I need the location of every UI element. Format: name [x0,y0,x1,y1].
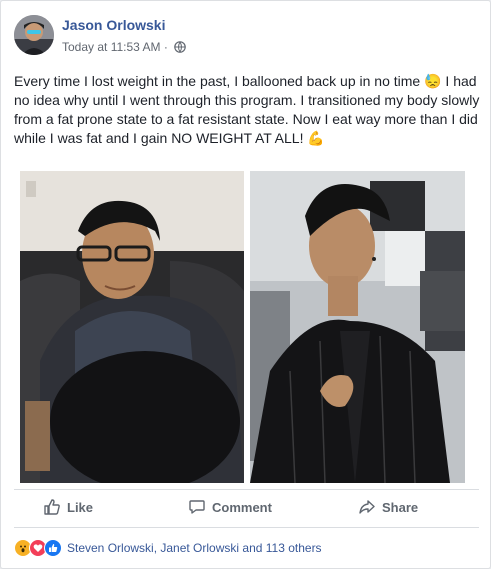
post-text-part: Every time I lost weight in the past, I … [14,73,425,89]
meta-separator: · [163,40,168,54]
thumbs-up-icon [44,499,60,515]
actions-divider-top [14,489,479,490]
author-avatar[interactable] [14,15,54,55]
flexed-bicep-emoji-icon: 💪 [307,130,325,146]
share-button[interactable]: Share [358,496,418,518]
sweat-emoji-icon: 😓 [424,73,442,89]
reactions-summary[interactable]: Steven Orlowski, Janet Orlowski and 113 … [67,541,322,555]
like-label: Like [67,499,94,515]
post-body-text: Every time I lost weight in the past, I … [14,72,480,148]
author-name[interactable]: Jason Orlowski [62,17,165,33]
post-card: Jason Orlowski Today at 11:53 AM · Every… [0,0,491,569]
post-meta: Today at 11:53 AM · [62,40,187,56]
like-reaction-icon [44,539,62,557]
reactions-bar[interactable]: Steven Orlowski, Janet Orlowski and 113 … [14,539,322,557]
comment-label: Comment [212,499,272,515]
post-timestamp[interactable]: Today at 11:53 AM [62,40,161,54]
comment-icon [189,500,205,514]
after-photo[interactable] [250,171,465,483]
like-button[interactable]: Like [43,496,93,518]
before-photo[interactable] [20,171,244,483]
share-label: Share [382,499,419,515]
globe-icon [174,41,187,56]
share-arrow-icon [359,500,375,514]
actions-divider-bottom [14,527,479,528]
comment-button[interactable]: Comment [188,496,272,518]
